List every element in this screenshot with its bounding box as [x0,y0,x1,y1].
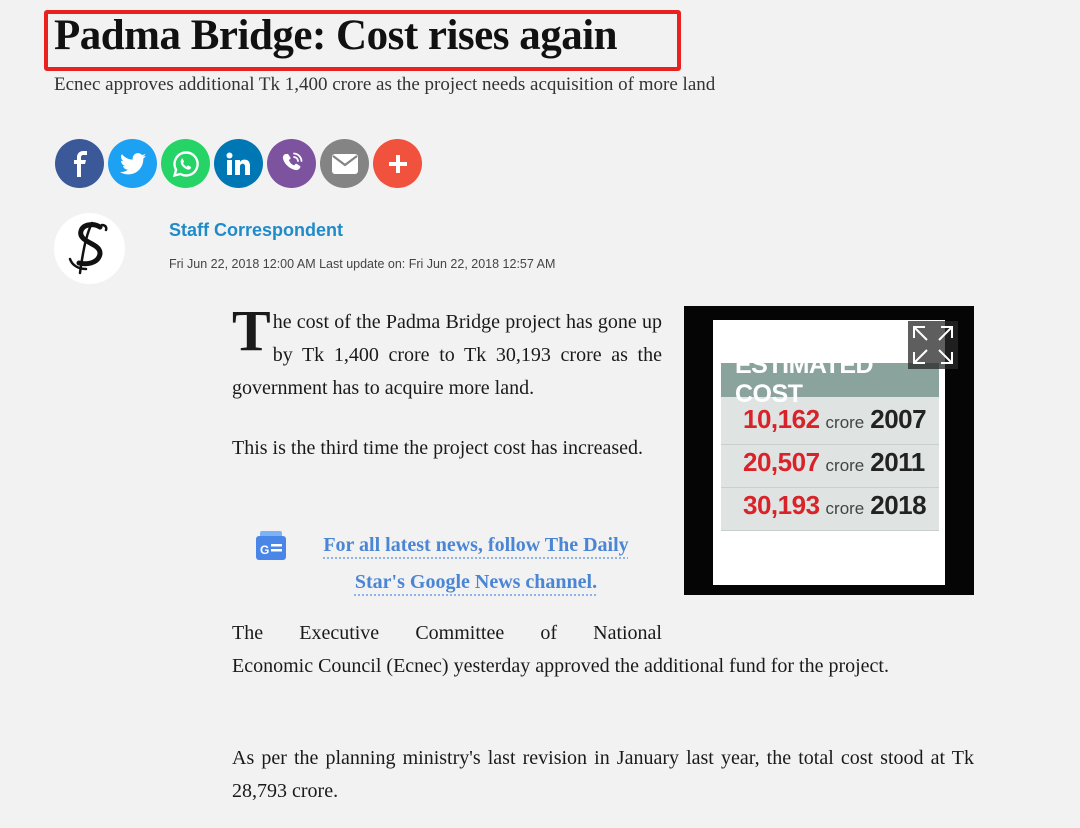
cost-unit: crore [825,499,865,518]
twitter-share-button[interactable] [108,139,157,188]
cost-amount: 30,193 [743,490,820,520]
cost-year: 2018 [870,490,927,520]
author-avatar [54,213,125,284]
article-timestamp: Fri Jun 22, 2018 12:00 AM Last update on… [169,257,556,271]
cost-unit: crore [825,413,865,432]
viber-icon [282,152,302,170]
article-paragraph-3: The Executive Committee of National Econ… [232,617,974,683]
cost-unit: crore [825,456,865,475]
daily-star-logo-icon [68,221,107,274]
cost-row: 20,507 crore 2011 [721,447,939,488]
plus-icon [388,154,407,173]
whatsapp-icon [172,150,199,177]
facebook-icon [73,150,87,177]
cost-amount: 20,507 [743,447,820,477]
google-news-promo: G For all latest news, follow The Daily … [254,527,646,601]
paragraph-3-line-1: The Executive Committee of National [232,622,662,644]
email-share-button[interactable] [320,139,369,188]
cost-amount: 10,162 [743,404,820,434]
article-subheadline: Ecnec approves additional Tk 1,400 crore… [54,74,716,95]
svg-text:G: G [260,543,269,557]
google-news-icon: G [256,531,286,560]
whatsapp-share-button[interactable] [161,139,210,188]
author-name-link[interactable]: Staff Correspondent [169,220,343,241]
linkedin-share-button[interactable] [214,139,263,188]
twitter-icon [119,152,146,174]
expand-icon [913,326,953,364]
google-news-follow-link[interactable]: For all latest news, follow The Daily St… [306,527,646,601]
share-bar [55,139,422,188]
cost-year: 2007 [870,404,927,434]
facebook-share-button[interactable] [55,139,104,188]
more-share-button[interactable] [373,139,422,188]
email-icon [331,153,358,174]
paragraph-3-rest: Economic Council (Ecnec) yesterday appro… [232,655,889,677]
article-paragraph-2: This is the third time the project cost … [232,437,643,459]
expand-image-button[interactable] [908,321,958,369]
cost-row: 30,193 crore 2018 [721,490,939,531]
estimated-cost-table: ESTIMATED COST 10,162 crore 2007 20,507 … [721,351,939,531]
article-headline: Padma Bridge: Cost rises again [54,12,618,59]
cost-row: 10,162 crore 2007 [721,404,939,445]
paragraph-1-text: he cost of the Padma Bridge project has … [232,311,662,399]
article-paragraph-4: As per the planning ministry's last revi… [232,747,974,802]
cost-year: 2011 [870,447,925,477]
article-paragraph-1: The cost of the Padma Bridge project has… [232,298,662,405]
drop-cap: T [232,298,271,363]
viber-share-button[interactable] [267,139,316,188]
linkedin-icon [226,152,250,175]
cost-table-header: ESTIMATED COST [721,351,939,408]
